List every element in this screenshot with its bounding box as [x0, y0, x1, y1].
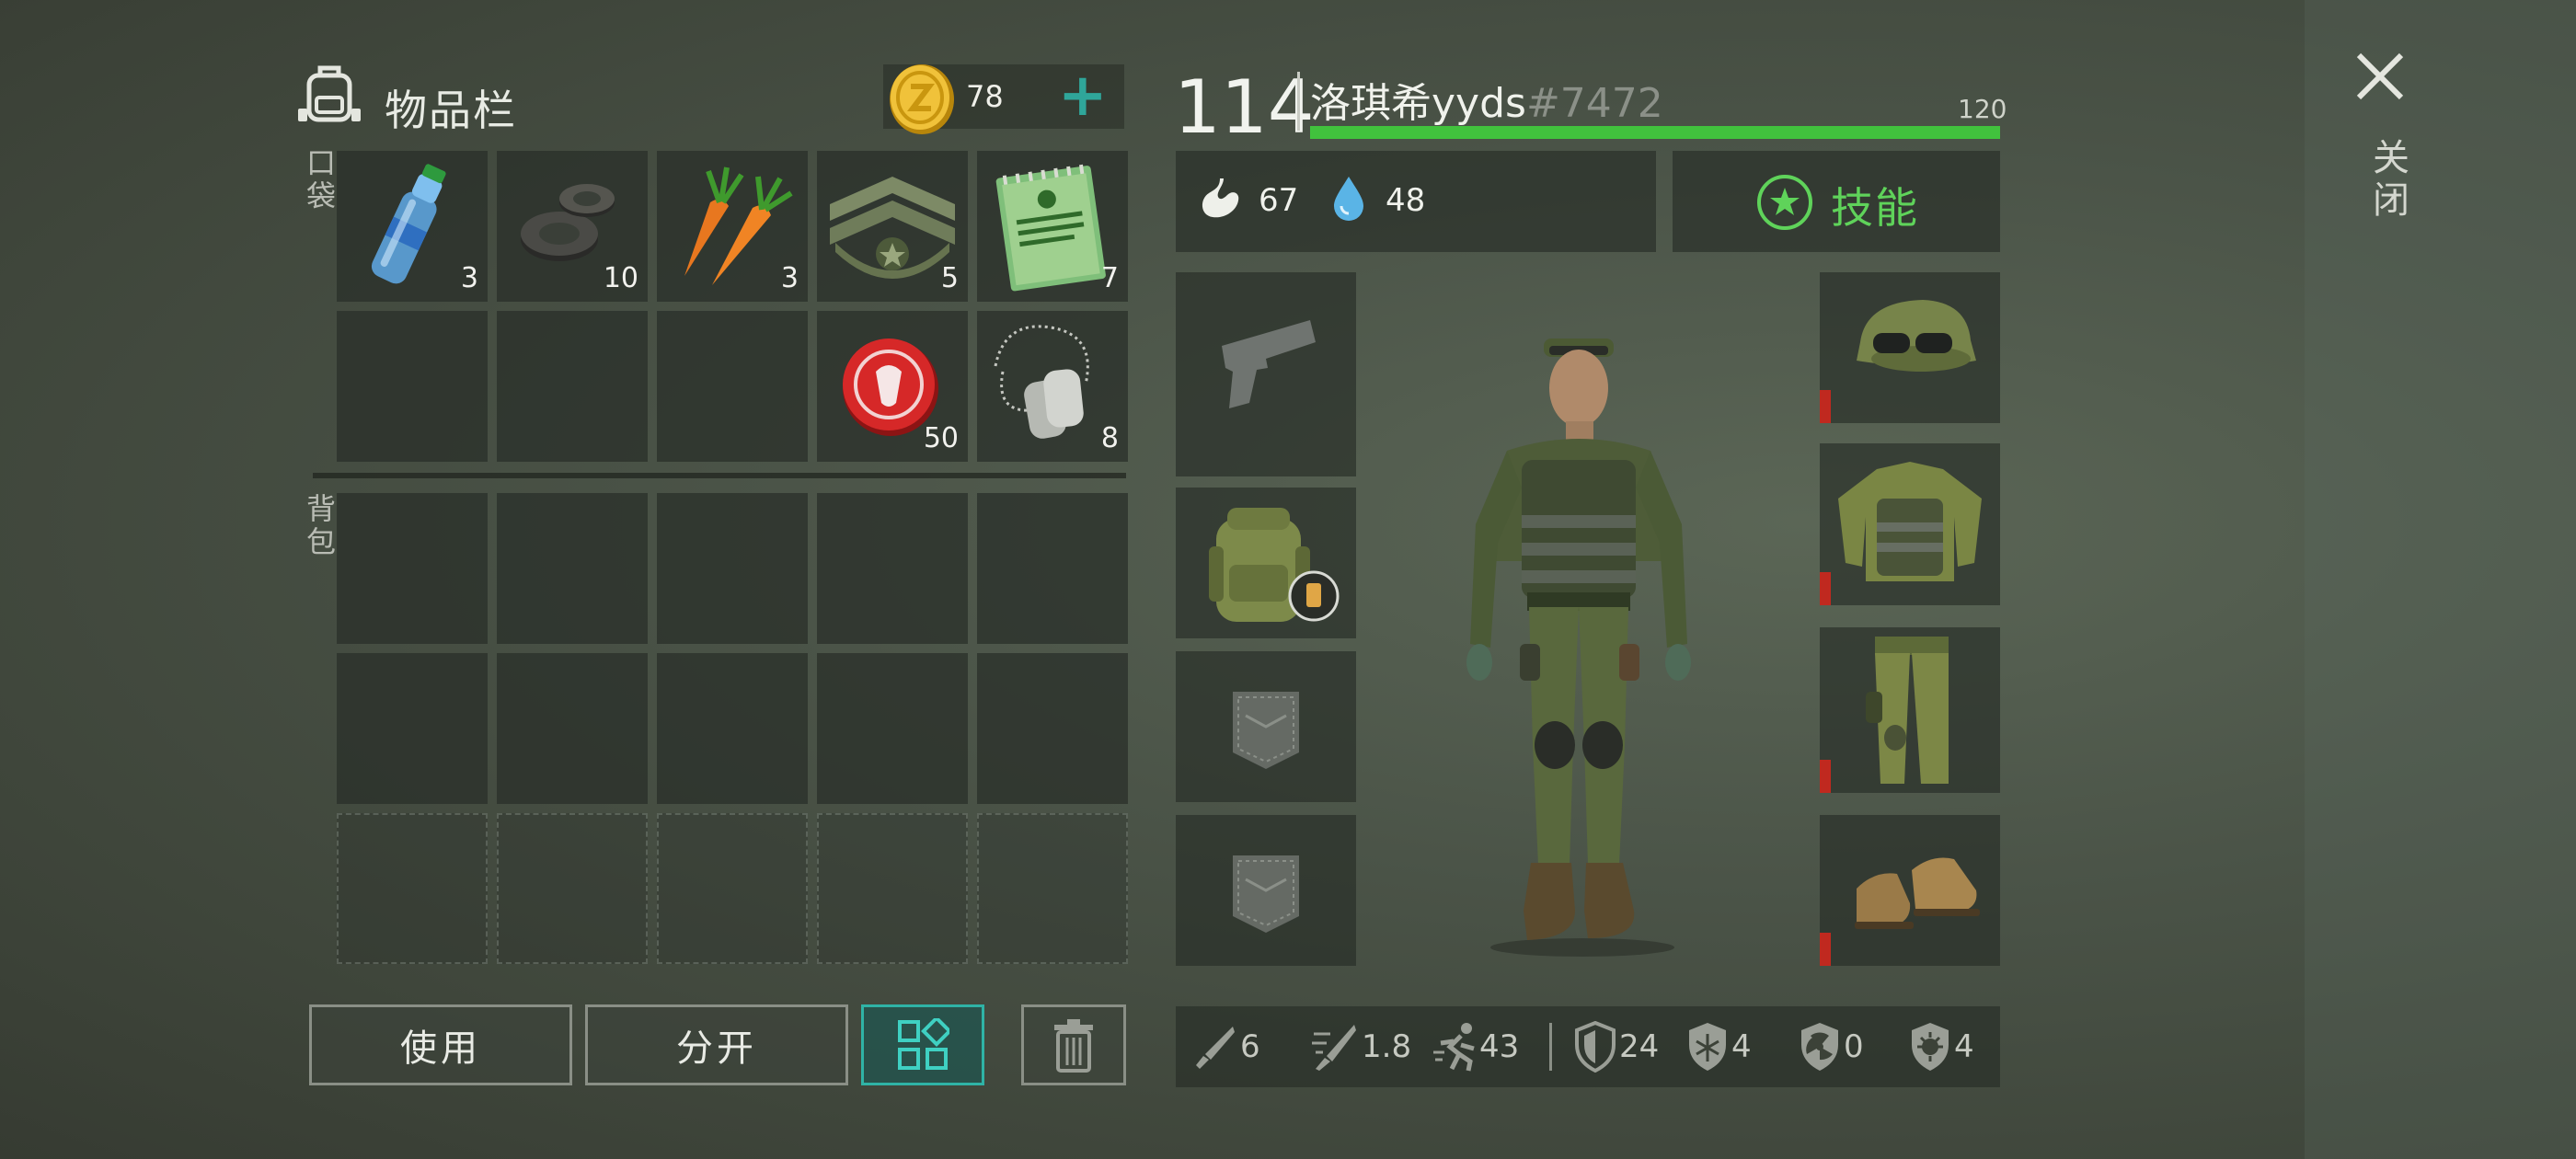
xp-bar: [1310, 126, 2000, 139]
locked-slot: [657, 813, 808, 964]
stats-divider: [1549, 1023, 1552, 1071]
pistol-icon: [1222, 320, 1316, 408]
pocket-slot-5[interactable]: 7: [977, 151, 1128, 302]
weapon-slot[interactable]: [1176, 272, 1356, 476]
item-quantity: 3: [460, 262, 478, 294]
infection-value: 4: [1954, 1028, 1974, 1065]
backpack-item-icon: [1209, 508, 1340, 622]
backpack-icon: [298, 65, 361, 122]
backpack-label: 背包: [302, 493, 337, 559]
backpack-slot-8[interactable]: [657, 653, 808, 804]
legs-slot[interactable]: [1820, 627, 2000, 793]
pocket-icon: [1233, 692, 1299, 769]
cap-icon: [1857, 300, 1976, 372]
player-name-text: 洛琪希yyds: [1310, 80, 1526, 127]
locked-slot: [337, 813, 488, 964]
boots-icon: [1855, 857, 1980, 929]
locked-slot: [817, 813, 968, 964]
star-icon: [1757, 175, 1812, 230]
pocket-slot-6[interactable]: [337, 311, 488, 462]
feet-slot[interactable]: [1820, 815, 2000, 966]
xp-bar-fill: [1310, 126, 2000, 139]
player-tag: #7472: [1525, 80, 1663, 127]
player-name: 洛琪希yyds#7472: [1310, 70, 1663, 129]
durability-indicator: [1820, 572, 1831, 605]
pocket-slot-10[interactable]: 8: [977, 311, 1128, 462]
item-quantity: 3: [780, 262, 799, 294]
backpack-slot-1[interactable]: [337, 493, 488, 644]
pocket-slot-9[interactable]: 50: [817, 311, 968, 462]
running-icon: [1433, 1023, 1475, 1072]
pocket-slot-1[interactable]: 3: [337, 151, 488, 302]
attack-speed-value: 1.8: [1362, 1028, 1412, 1065]
player-level: 114: [1174, 64, 1315, 150]
pocket-label: 口袋: [302, 147, 337, 213]
hunger-value: 67: [1259, 182, 1299, 219]
radiation-icon: [1801, 1023, 1838, 1071]
durability-indicator: [1820, 390, 1831, 423]
item-quantity: 8: [1100, 422, 1119, 454]
pocket-icon: [1233, 855, 1299, 933]
pocket-slot-8[interactable]: [657, 311, 808, 462]
blade-speed-icon: [1312, 1025, 1356, 1071]
split-button[interactable]: 分开: [585, 1004, 848, 1085]
backpack-slot-6[interactable]: [337, 653, 488, 804]
stomach-icon: [1202, 178, 1239, 218]
pocket-backpack-divider: [313, 473, 1126, 478]
item-quantity: 7: [1100, 262, 1119, 294]
durability-indicator: [1820, 933, 1831, 966]
item-quantity: 5: [940, 262, 959, 294]
infection-icon: [1912, 1023, 1949, 1071]
xp-max: 120: [1958, 94, 2007, 124]
pocket-slot-3[interactable]: 3: [657, 151, 808, 302]
backpack-slot-4[interactable]: [817, 493, 968, 644]
vest-icon: [1838, 462, 1982, 581]
coin-icon: [890, 64, 954, 134]
skills-label: 技能: [1831, 183, 1919, 233]
backpack-slot-3[interactable]: [657, 493, 808, 644]
shield-icon: [1575, 1021, 1616, 1073]
right-side-strip: [2305, 0, 2576, 1159]
use-button[interactable]: 使用: [309, 1004, 572, 1085]
locked-slot: [977, 813, 1128, 964]
backpack-slot-10[interactable]: [977, 653, 1128, 804]
item-quantity: 50: [923, 422, 959, 454]
inventory-title: 物品栏: [385, 86, 517, 135]
pocket-slot-4[interactable]: 5: [817, 151, 968, 302]
cold-resist-icon: [1689, 1023, 1726, 1071]
grid-sort-icon: [898, 1018, 949, 1070]
trash-icon: [1054, 1019, 1093, 1073]
cold-resist-value: 4: [1731, 1028, 1752, 1065]
durability-indicator: [1820, 760, 1831, 793]
head-slot[interactable]: [1820, 272, 2000, 423]
armor-value: 24: [1619, 1028, 1660, 1065]
close-icon[interactable]: [2353, 50, 2407, 103]
water-drop-icon: [1334, 177, 1363, 221]
coin-count: 78: [966, 79, 1004, 114]
character-model: [1466, 339, 1691, 957]
backpack-slot-9[interactable]: [817, 653, 968, 804]
thirst-value: 48: [1386, 182, 1426, 219]
locked-slot: [497, 813, 648, 964]
item-quantity: 10: [603, 262, 638, 294]
add-coins-button[interactable]: +: [1058, 66, 1108, 125]
sort-button[interactable]: [861, 1004, 984, 1085]
pocket-slot-7[interactable]: [497, 311, 648, 462]
damage-value: 6: [1240, 1028, 1260, 1065]
backpack-slot-7[interactable]: [497, 653, 648, 804]
radiation-value: 0: [1844, 1028, 1864, 1065]
body-slot[interactable]: [1820, 443, 2000, 605]
speed-value: 43: [1479, 1028, 1520, 1065]
pocket-slot-2[interactable]: 10: [497, 151, 648, 302]
close-label[interactable]: 关闭: [2361, 138, 2414, 223]
pocket-equip-slot-1[interactable]: [1176, 651, 1356, 802]
delete-button[interactable]: [1021, 1004, 1126, 1085]
pants-icon: [1866, 637, 1949, 784]
knife-icon: [1196, 1027, 1235, 1069]
pocket-equip-slot-2[interactable]: [1176, 815, 1356, 966]
backpack-slot-5[interactable]: [977, 493, 1128, 644]
backpack-slot-2[interactable]: [497, 493, 648, 644]
header-divider: [1297, 72, 1300, 131]
backpack-slot[interactable]: [1176, 488, 1356, 638]
